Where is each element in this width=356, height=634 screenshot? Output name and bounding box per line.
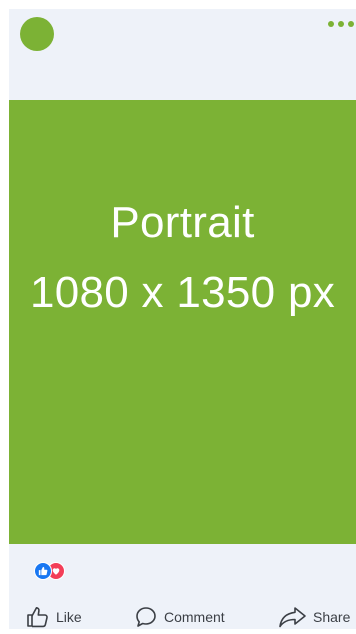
post-actions: Like Comment Share bbox=[9, 602, 356, 629]
more-dot bbox=[328, 21, 334, 27]
share-label: Share bbox=[313, 609, 351, 625]
thumbs-up-icon bbox=[26, 605, 50, 629]
more-dot bbox=[348, 21, 354, 27]
comment-icon bbox=[134, 605, 158, 629]
comment-button[interactable]: Comment bbox=[134, 602, 225, 629]
reactions-summary[interactable] bbox=[34, 562, 65, 580]
share-button[interactable]: Share bbox=[277, 602, 350, 629]
post-card: Portrait 1080 x 1350 px Like Comment Sha… bbox=[9, 9, 356, 629]
like-reaction-icon bbox=[34, 562, 52, 580]
image-text-format: Portrait bbox=[110, 198, 255, 247]
share-icon bbox=[277, 605, 307, 629]
more-options-icon[interactable] bbox=[326, 19, 356, 29]
image-text-dimensions: 1080 x 1350 px bbox=[29, 268, 336, 317]
post-header bbox=[9, 9, 356, 100]
like-label: Like bbox=[56, 609, 82, 625]
post-image[interactable]: Portrait 1080 x 1350 px bbox=[9, 100, 356, 544]
comment-label: Comment bbox=[164, 609, 225, 625]
more-dot bbox=[338, 21, 344, 27]
avatar[interactable] bbox=[20, 17, 54, 51]
like-button[interactable]: Like bbox=[26, 602, 82, 629]
